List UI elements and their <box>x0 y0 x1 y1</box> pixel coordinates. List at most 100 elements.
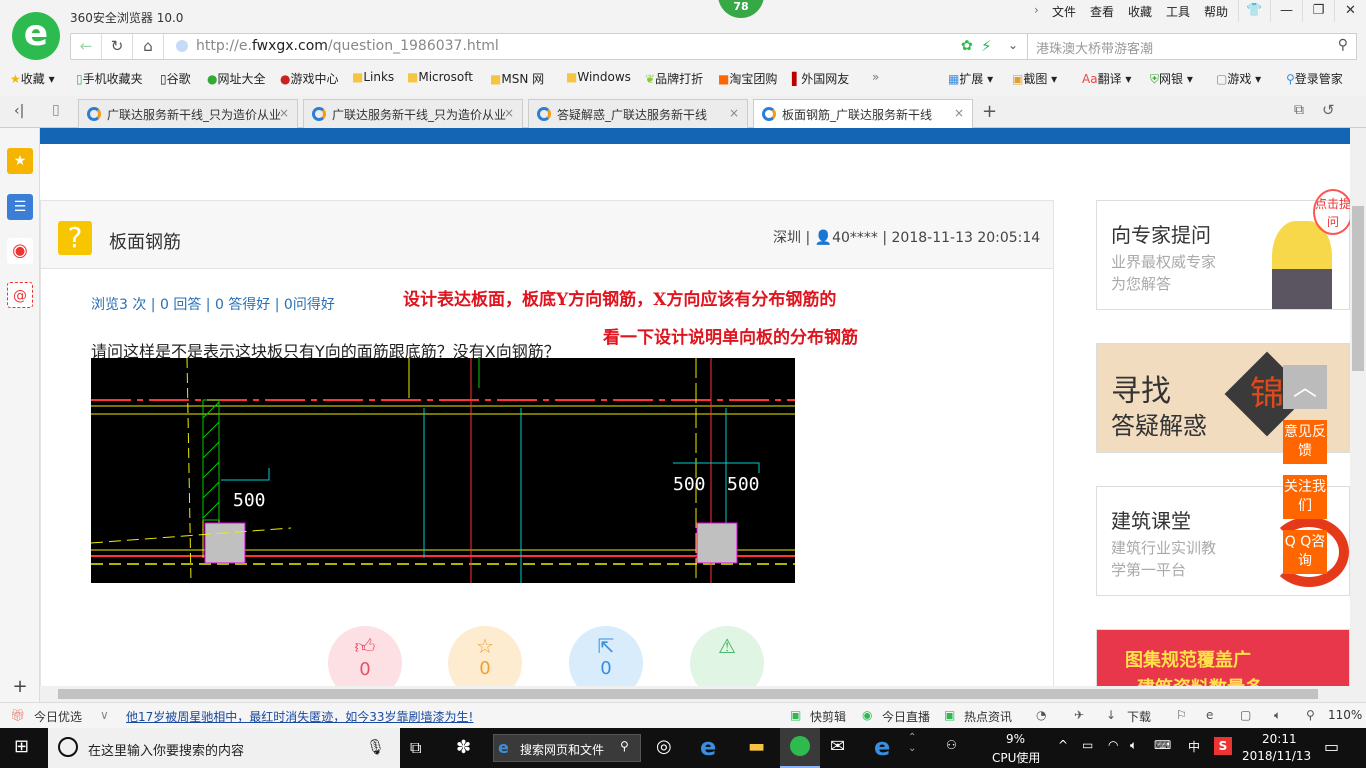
pin-icon[interactable]: ✈ <box>1074 708 1084 722</box>
menu-file[interactable]: 文件 <box>1052 3 1076 20</box>
like-button[interactable]: 👍︎ 0 <box>328 626 402 686</box>
today-picks[interactable]: 今日优选 <box>34 708 82 725</box>
cad-drawing-image[interactable]: 500 500 500 <box>90 357 795 584</box>
reload-button[interactable]: ↻ <box>102 34 133 59</box>
scroll-thumb[interactable] <box>58 689 1318 699</box>
microphone-icon[interactable]: 🎙︎ <box>366 738 385 756</box>
news-link[interactable]: 他17岁被周星驰相中，最红时消失匿迹，如今33岁靠刷墙漆为生! <box>126 708 473 725</box>
favorites-star-icon[interactable]: ★ <box>7 148 33 174</box>
favorite-button[interactable]: ☆ 0 <box>448 626 522 686</box>
ask-expert-card[interactable]: 向专家提问 业界最权威专家 为您解答 点击提问 <box>1096 189 1350 310</box>
close-tab-icon[interactable]: × <box>729 106 739 120</box>
bookmark-google[interactable]: 谷歌 <box>167 72 191 86</box>
minimize-button[interactable]: — <box>1270 0 1302 22</box>
maximize-button[interactable]: ❐ <box>1302 0 1334 22</box>
menu-favorites[interactable]: 收藏 <box>1128 3 1152 20</box>
bookmark-windows[interactable]: Windows <box>577 70 631 84</box>
ie-mode-icon[interactable]: e <box>1206 708 1213 722</box>
search-icon[interactable]: ⚲ <box>1338 37 1348 53</box>
sogou-icon[interactable]: S <box>1214 737 1232 755</box>
horizontal-scrollbar[interactable] <box>40 686 1366 702</box>
close-tab-icon[interactable]: × <box>504 106 514 120</box>
follow-button[interactable]: 关注我们 <box>1283 475 1327 519</box>
feedback-button[interactable]: 意见反馈 <box>1283 420 1327 464</box>
web-search-box[interactable]: e 搜索网页和文件 ⚲ <box>493 734 641 762</box>
status-hot-news[interactable]: 热点资讯 <box>964 708 1012 725</box>
report-button[interactable]: ⚠ <box>690 626 764 686</box>
status-quick-edit[interactable]: 快剪辑 <box>810 708 846 725</box>
search-box[interactable]: 港珠澳大桥带游客潮 ⚲ <box>1027 33 1357 60</box>
more-bookmarks-icon[interactable]: » <box>872 70 879 84</box>
ime-indicator[interactable]: 中 <box>1188 738 1200 755</box>
clock-time[interactable]: 20:11 <box>1262 732 1297 746</box>
edge-icon[interactable]: e <box>874 733 890 761</box>
clock-date[interactable]: 2018/11/13 <box>1242 749 1311 763</box>
volume-icon[interactable]: 🔈︎ <box>1274 708 1281 723</box>
bookmark-nav[interactable]: 网址大全 <box>217 72 265 86</box>
ie-icon[interactable]: e <box>700 733 716 761</box>
show-hidden-icons[interactable]: ^ <box>1058 738 1068 752</box>
taskbar-overflow-icon[interactable]: ⌃ ⌄ <box>908 732 916 754</box>
status-download[interactable]: 下载 <box>1127 708 1151 725</box>
bookmark-brand[interactable]: 品牌打折 <box>655 72 703 86</box>
undo-close-icon[interactable]: ↺ <box>1322 101 1335 119</box>
bookmark-favorites[interactable]: 收藏 <box>21 72 45 86</box>
back-button[interactable]: ← <box>71 34 102 59</box>
ask-bubble[interactable]: 点击提问 <box>1313 189 1350 235</box>
keyboard-icon[interactable]: ⌨ <box>1154 738 1171 752</box>
qq-button[interactable]: Q Q咨询 <box>1283 530 1327 574</box>
chevron-down-icon[interactable]: ⌄ <box>1008 38 1018 52</box>
bookmark-msn[interactable]: MSN 网 <box>501 72 544 86</box>
menu-view[interactable]: 查看 <box>1090 3 1114 20</box>
vertical-scrollbar[interactable] <box>1350 128 1366 686</box>
bookmark-links[interactable]: Links <box>363 70 394 84</box>
sidebar-toggle-icon[interactable]: ‹| <box>14 103 24 119</box>
new-tab-button[interactable]: + <box>982 101 997 122</box>
speed-icon[interactable]: ✿ <box>961 38 973 54</box>
address-bar[interactable]: ← ↻ ⌂ http://e.fwxgx.com/question_198603… <box>70 33 1028 60</box>
flag-icon[interactable]: ⚐ <box>1176 708 1187 722</box>
tool-bank[interactable]: 网银 <box>1159 72 1183 86</box>
back-to-top-button[interactable]: ︿ <box>1283 365 1327 409</box>
tool-screenshot[interactable]: 截图 <box>1023 72 1047 86</box>
menu-help[interactable]: 帮助 <box>1204 3 1228 20</box>
url-text[interactable]: http://e.fwxgx.com/question_1986037.html <box>196 38 499 54</box>
tool-games[interactable]: 游戏 <box>1227 72 1251 86</box>
tab-4-active[interactable]: 板面钢筋_广联达服务新干线 × <box>753 99 973 128</box>
bookmark-foreign[interactable]: 外国网友 <box>801 72 849 86</box>
menu-tools[interactable]: 工具 <box>1166 3 1190 20</box>
tab-list-icon[interactable]: ⧉ <box>1294 102 1304 118</box>
people-icon[interactable]: ⚇ <box>946 738 957 752</box>
zoom-level[interactable]: 110% <box>1328 708 1362 722</box>
file-explorer-icon[interactable]: ▬ <box>748 736 765 757</box>
status-live[interactable]: 今日直播 <box>882 708 930 725</box>
mail-icon[interactable]: ✉ <box>830 736 845 757</box>
tab-3[interactable]: 答疑解惑_广联达服务新干线 × <box>528 99 748 128</box>
weibo-icon[interactable]: ◉ <box>7 238 33 264</box>
username[interactable]: 40**** <box>832 230 878 246</box>
speedup-icon[interactable]: ◔ <box>1036 708 1046 722</box>
close-tab-icon[interactable]: × <box>279 106 289 120</box>
lightning-icon[interactable]: ⚡ <box>981 37 992 55</box>
speaker-icon[interactable]: 🔈︎ <box>1130 738 1137 753</box>
window-icon[interactable]: ▢ <box>1240 708 1251 722</box>
taskbar-search[interactable]: 在这里输入你要搜索的内容 🎙︎ <box>48 728 400 768</box>
battery-icon[interactable]: ▭ <box>1082 738 1093 752</box>
ad-banner[interactable]: 图集规范覆盖广 建筑资料数量多 <box>1096 629 1350 686</box>
close-tab-icon[interactable]: × <box>954 106 964 120</box>
tab-2[interactable]: 广联达服务新干线_只为造价从业 × <box>303 99 523 128</box>
news-icon[interactable]: ☰ <box>7 194 33 220</box>
tab-1[interactable]: 广联达服务新干线_只为造价从业 × <box>78 99 298 128</box>
wifi-icon[interactable]: ◠ <box>1108 738 1118 752</box>
add-sidebar-icon[interactable]: + <box>7 674 33 700</box>
bookmark-games[interactable]: 游戏中心 <box>290 72 338 86</box>
close-button[interactable]: ✕ <box>1334 0 1366 22</box>
windows-start-icon[interactable]: ⊞ <box>14 736 29 757</box>
tool-password[interactable]: 登录管家 <box>1295 72 1343 86</box>
360-browser-taskbar-icon[interactable] <box>780 728 820 768</box>
mobile-icon[interactable]: ▯ <box>52 102 60 118</box>
search-input[interactable]: 港珠澳大桥带游客潮 <box>1036 38 1153 57</box>
bookmark-taobao[interactable]: 淘宝团购 <box>729 72 777 86</box>
360-safe-icon[interactable]: ◎ <box>656 736 672 757</box>
email-icon[interactable]: @ <box>7 282 33 308</box>
